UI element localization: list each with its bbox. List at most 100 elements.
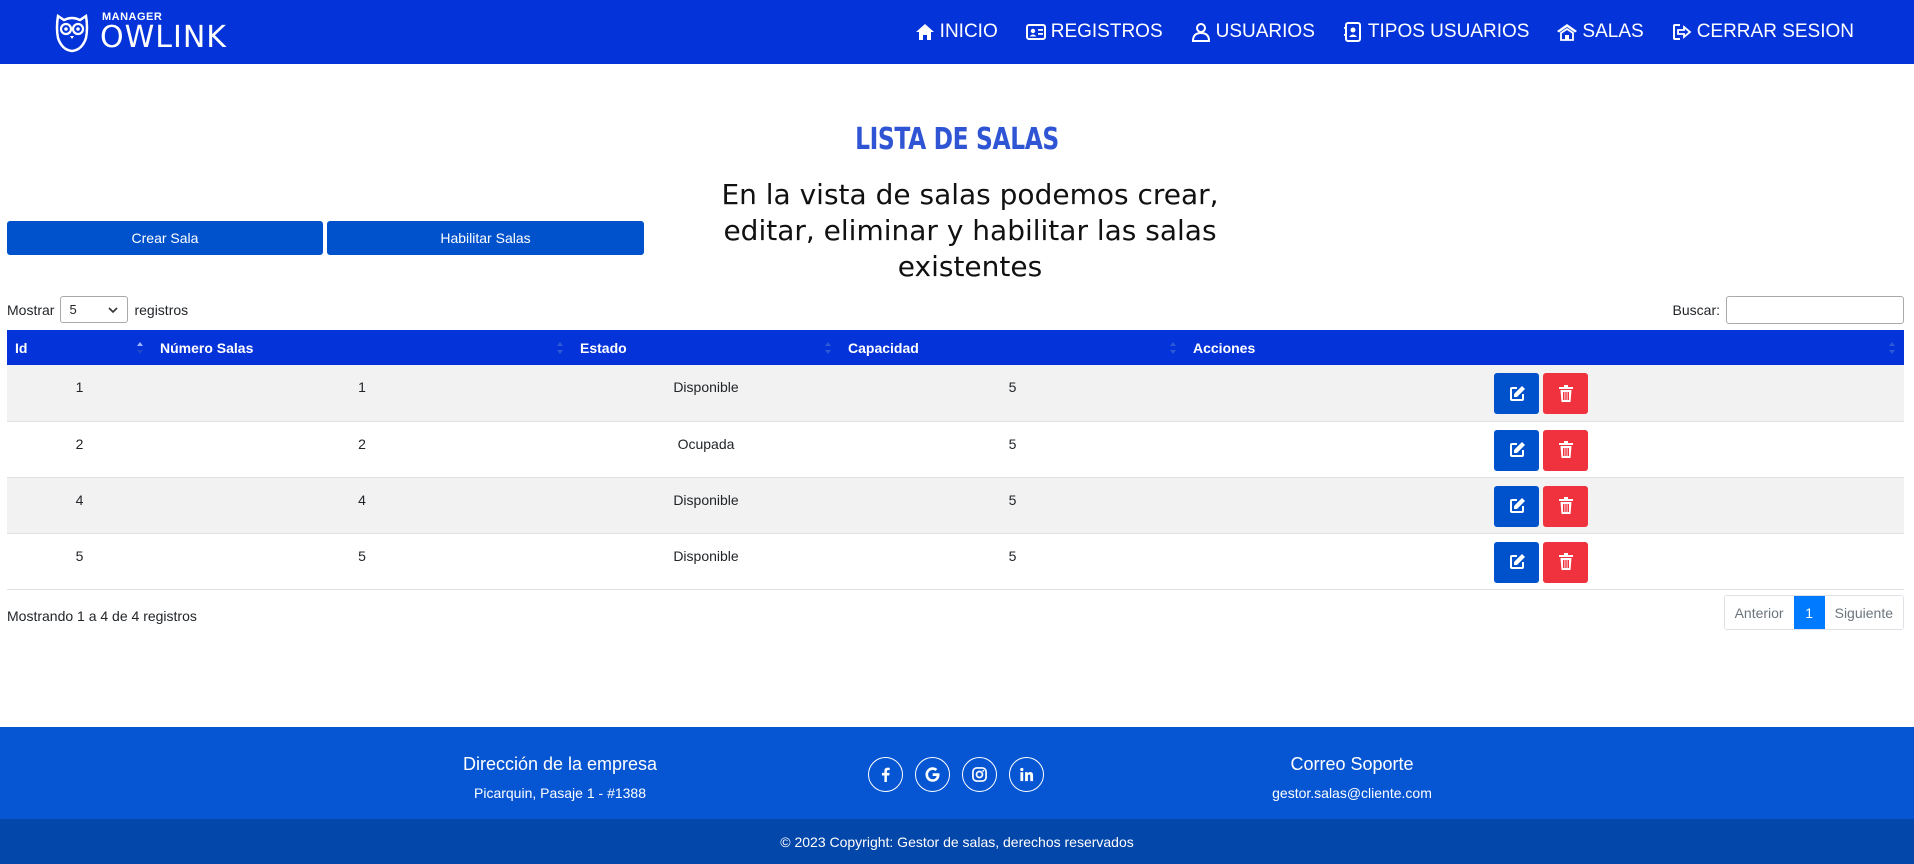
cell-id: 1 [75,379,84,395]
facebook-link[interactable] [868,757,903,792]
cell-id: 5 [75,547,84,564]
nav-item-label: CERRAR SESION [1696,21,1854,42]
sort-icon [1170,342,1176,354]
cell-capacidad: 5 [1008,547,1017,564]
cell-estado: Disponible [673,547,739,564]
footer-support: Correo Soporte gestor.salas@cliente.com [1232,727,1472,801]
enable-rooms-button[interactable]: Habilitar Salas [327,221,644,255]
table-info: Mostrando 1 a 4 de 4 registros [7,608,197,624]
owl-icon [55,13,89,53]
id-card-icon [1025,24,1046,40]
support-email[interactable]: gestor.salas@cliente.com [1232,785,1472,801]
cell-estado: Ocupada [677,435,735,452]
edit-button[interactable] [1494,429,1539,471]
trash-icon [1558,384,1573,402]
facebook-icon [881,767,890,782]
delete-button[interactable] [1543,541,1588,583]
edit-button[interactable] [1494,373,1539,414]
cell-acciones [1185,365,1904,421]
cell-numero: 1 [358,379,366,395]
rooms-table: Id Número Salas Estado Capacidad Accione… [7,330,1904,590]
pagination: Anterior 1 Siguiente [1723,595,1904,630]
cell-id: 2 [75,435,84,452]
brand-name: OWLINK [100,19,227,55]
length-prefix-label: Mostrar [7,301,55,318]
trash-icon [1558,553,1573,570]
cell-acciones [1185,533,1904,589]
edit-button[interactable] [1494,541,1539,583]
linkedin-icon [1020,767,1034,782]
entries-per-page-select[interactable]: 5 [60,296,129,323]
nav-item-label: INICIO [939,21,998,42]
table-row: 1 1 Disponible 5 [7,365,1904,421]
table-row: 5 5 Disponible 5 [7,533,1904,589]
table-header-row: Id Número Salas Estado Capacidad Accione… [7,330,1904,365]
sort-icon [825,342,831,354]
pagination-page-1[interactable]: 1 [1793,596,1825,629]
entries-length-control: Mostrar 5 registros [7,296,188,323]
cell-numero: 4 [358,491,366,508]
nav-item-label: TIPOS USUARIOS [1367,21,1530,42]
instagram-icon [972,767,987,782]
instagram-link[interactable] [962,757,997,792]
cell-estado: Disponible [673,491,739,508]
edit-icon [1509,385,1525,401]
table-row: 4 4 Disponible 5 [7,477,1904,533]
delete-button[interactable] [1543,485,1588,527]
support-heading: Correo Soporte [1290,754,1414,774]
address-book-icon [1343,22,1361,42]
edit-button[interactable] [1494,485,1539,527]
user-icon [1191,23,1210,42]
column-header-id[interactable]: Id [7,330,152,365]
nav-item-inicio[interactable]: INICIO [915,21,998,43]
cell-capacidad: 5 [1008,435,1017,452]
edit-icon [1509,442,1525,457]
nav-item-label: SALAS [1582,21,1644,42]
cell-acciones [1185,421,1904,477]
page-description: En la vista de salas podemos crear, edit… [721,178,1219,283]
building-icon [1557,24,1578,41]
column-header-capacidad[interactable]: Capacidad [840,330,1185,365]
nav-item-tipos-usuarios[interactable]: TIPOS USUARIOS [1343,21,1530,43]
google-link[interactable] [915,757,950,792]
column-header-numero-salas[interactable]: Número Salas [152,330,572,365]
brand-logo[interactable]: MANAGER OWLINK [52,8,227,56]
page-title: Lista de Salas [855,122,1059,157]
sign-out-icon [1672,24,1692,40]
copyright-bar: © 2023 Copyright: Gestor de salas, derec… [0,819,1914,864]
edit-icon [1509,554,1525,569]
cell-numero: 5 [358,547,366,564]
nav-item-usuarios[interactable]: USUARIOS [1191,21,1315,43]
pagination-next[interactable]: Siguiente [1824,596,1903,629]
cell-capacidad: 5 [1008,491,1017,508]
address-heading: Dirección de la empresa [462,754,658,774]
cell-id: 4 [75,491,84,508]
search-input[interactable] [1726,296,1904,324]
nav-menu: INICIO REGISTROS USUARIOS TIPOS USUARIOS… [915,0,1854,64]
edit-icon [1509,498,1525,513]
sort-asc-icon [137,342,143,354]
nav-item-cerrar-sesion[interactable]: CERRAR SESION [1672,21,1854,43]
nav-item-registros[interactable]: REGISTROS [1025,21,1163,43]
nav-item-label: REGISTROS [1050,21,1163,42]
length-suffix-label: registros [134,301,189,318]
linkedin-link[interactable] [1009,757,1044,792]
google-icon [925,767,940,782]
site-footer: Dirección de la empresa Picarquin, Pasaj… [0,727,1914,819]
create-room-button[interactable]: Crear Sala [7,221,323,255]
navbar: MANAGER OWLINK INICIO REGISTROS USUARIOS… [0,0,1914,64]
delete-button[interactable] [1543,429,1588,471]
address-text: Picarquin, Pasaje 1 - #1388 [474,785,646,801]
nav-item-label: USUARIOS [1215,21,1315,42]
cell-capacidad: 5 [1008,379,1017,395]
trash-icon [1558,441,1573,458]
column-header-estado[interactable]: Estado [572,330,840,365]
search-label: Buscar: [1672,302,1720,318]
sort-icon [1889,342,1895,354]
social-links [868,757,1044,792]
trash-icon [1558,497,1573,514]
pagination-previous[interactable]: Anterior [1724,596,1794,629]
column-header-acciones[interactable]: Acciones [1185,330,1904,365]
delete-button[interactable] [1543,373,1588,414]
nav-item-salas[interactable]: SALAS [1557,21,1644,43]
